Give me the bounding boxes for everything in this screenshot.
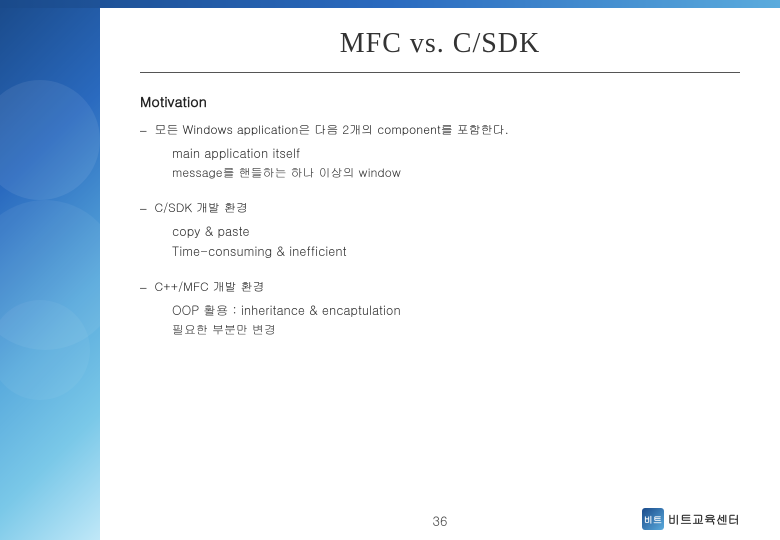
sub-item-main-app: main application itself bbox=[172, 144, 740, 162]
motivation-heading: Motivation bbox=[140, 91, 740, 111]
bullet-dash-1: – bbox=[140, 121, 147, 140]
bullet-section-mfc: – C++/MFC 개발 환경 OOP 활용 : inheritance & e… bbox=[140, 278, 740, 338]
slide-content: MFC vs. C/SDK Motivation – 모든 Windows ap… bbox=[100, 8, 780, 540]
bullet-text-mfc: C++/MFC 개발 환경 bbox=[155, 278, 741, 295]
sub-item-message: message를 핸들하는 하나 이상의 window bbox=[172, 164, 740, 181]
logo-icon: 비트 bbox=[642, 508, 664, 530]
bullet-section-csdk: – C/SDK 개발 환경 copy & paste Time-consumin… bbox=[140, 199, 740, 260]
bullet-dash-3: – bbox=[140, 278, 147, 297]
bullet-section-windows: – 모든 Windows application은 다음 2개의 compone… bbox=[140, 121, 740, 181]
bullet-item-windows: – 모든 Windows application은 다음 2개의 compone… bbox=[140, 121, 740, 140]
sub-item-copy-paste: copy & paste bbox=[172, 222, 740, 240]
logo-area: 비트 비트교육센터 bbox=[642, 508, 740, 530]
logo-initials: 비트 bbox=[644, 513, 662, 526]
top-band bbox=[0, 0, 780, 8]
bullet-item-csdk: – C/SDK 개발 환경 bbox=[140, 199, 740, 218]
sub-item-time-consuming: Time-consuming & inefficient bbox=[172, 242, 740, 260]
title-divider bbox=[140, 72, 740, 73]
bullet-item-mfc: – C++/MFC 개발 환경 bbox=[140, 278, 740, 297]
bullet-dash-2: – bbox=[140, 199, 147, 218]
bullet-text-csdk: C/SDK 개발 환경 bbox=[155, 199, 741, 216]
slide-title: MFC vs. C/SDK bbox=[140, 28, 740, 60]
sub-item-oop: OOP 활용 : inheritance & encaptulation bbox=[172, 301, 740, 319]
left-decoration bbox=[0, 0, 100, 540]
logo-text: 비트교육센터 bbox=[668, 511, 740, 528]
bullet-text-windows: 모든 Windows application은 다음 2개의 component… bbox=[155, 121, 741, 138]
sub-item-change: 필요한 부분만 변경 bbox=[172, 321, 740, 338]
